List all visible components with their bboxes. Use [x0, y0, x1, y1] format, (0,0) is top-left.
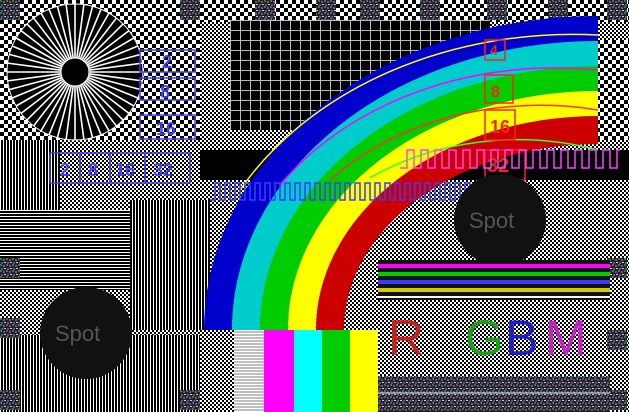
- rgbm-letter-r: R: [388, 310, 424, 366]
- rgbm-letter-b: B: [505, 310, 538, 366]
- test-pattern-screen: 2 8 16 2 8 16 32 4 8 16 32 Spot Spot R G…: [0, 0, 629, 412]
- blue-number-2: 2: [162, 52, 172, 72]
- color-bars: [200, 330, 378, 412]
- blue-hnumber-16: 16: [115, 160, 135, 180]
- blue-number-16: 16: [156, 119, 176, 139]
- rgbm-letter-g: G: [465, 310, 504, 366]
- spot-label-right: Spot: [469, 208, 514, 233]
- blue-hnumber-32: 32: [153, 160, 173, 180]
- red-number-16: 16: [490, 117, 510, 137]
- test-pattern: 2 8 16 2 8 16 32 4 8 16 32 Spot Spot R G…: [0, 0, 629, 412]
- left-line-block: [0, 140, 60, 210]
- red-number-4: 4: [490, 42, 498, 58]
- blue-hnumber-2: 2: [60, 160, 70, 180]
- blue-number-8: 8: [160, 82, 170, 102]
- mid-line-block: [130, 200, 210, 330]
- starburst-wheel: [6, 3, 144, 141]
- rgbm-letter-m: M: [545, 310, 587, 366]
- red-number-8: 8: [491, 84, 500, 101]
- blue-hnumber-8: 8: [88, 160, 98, 180]
- spot-label-left: Spot: [55, 321, 100, 346]
